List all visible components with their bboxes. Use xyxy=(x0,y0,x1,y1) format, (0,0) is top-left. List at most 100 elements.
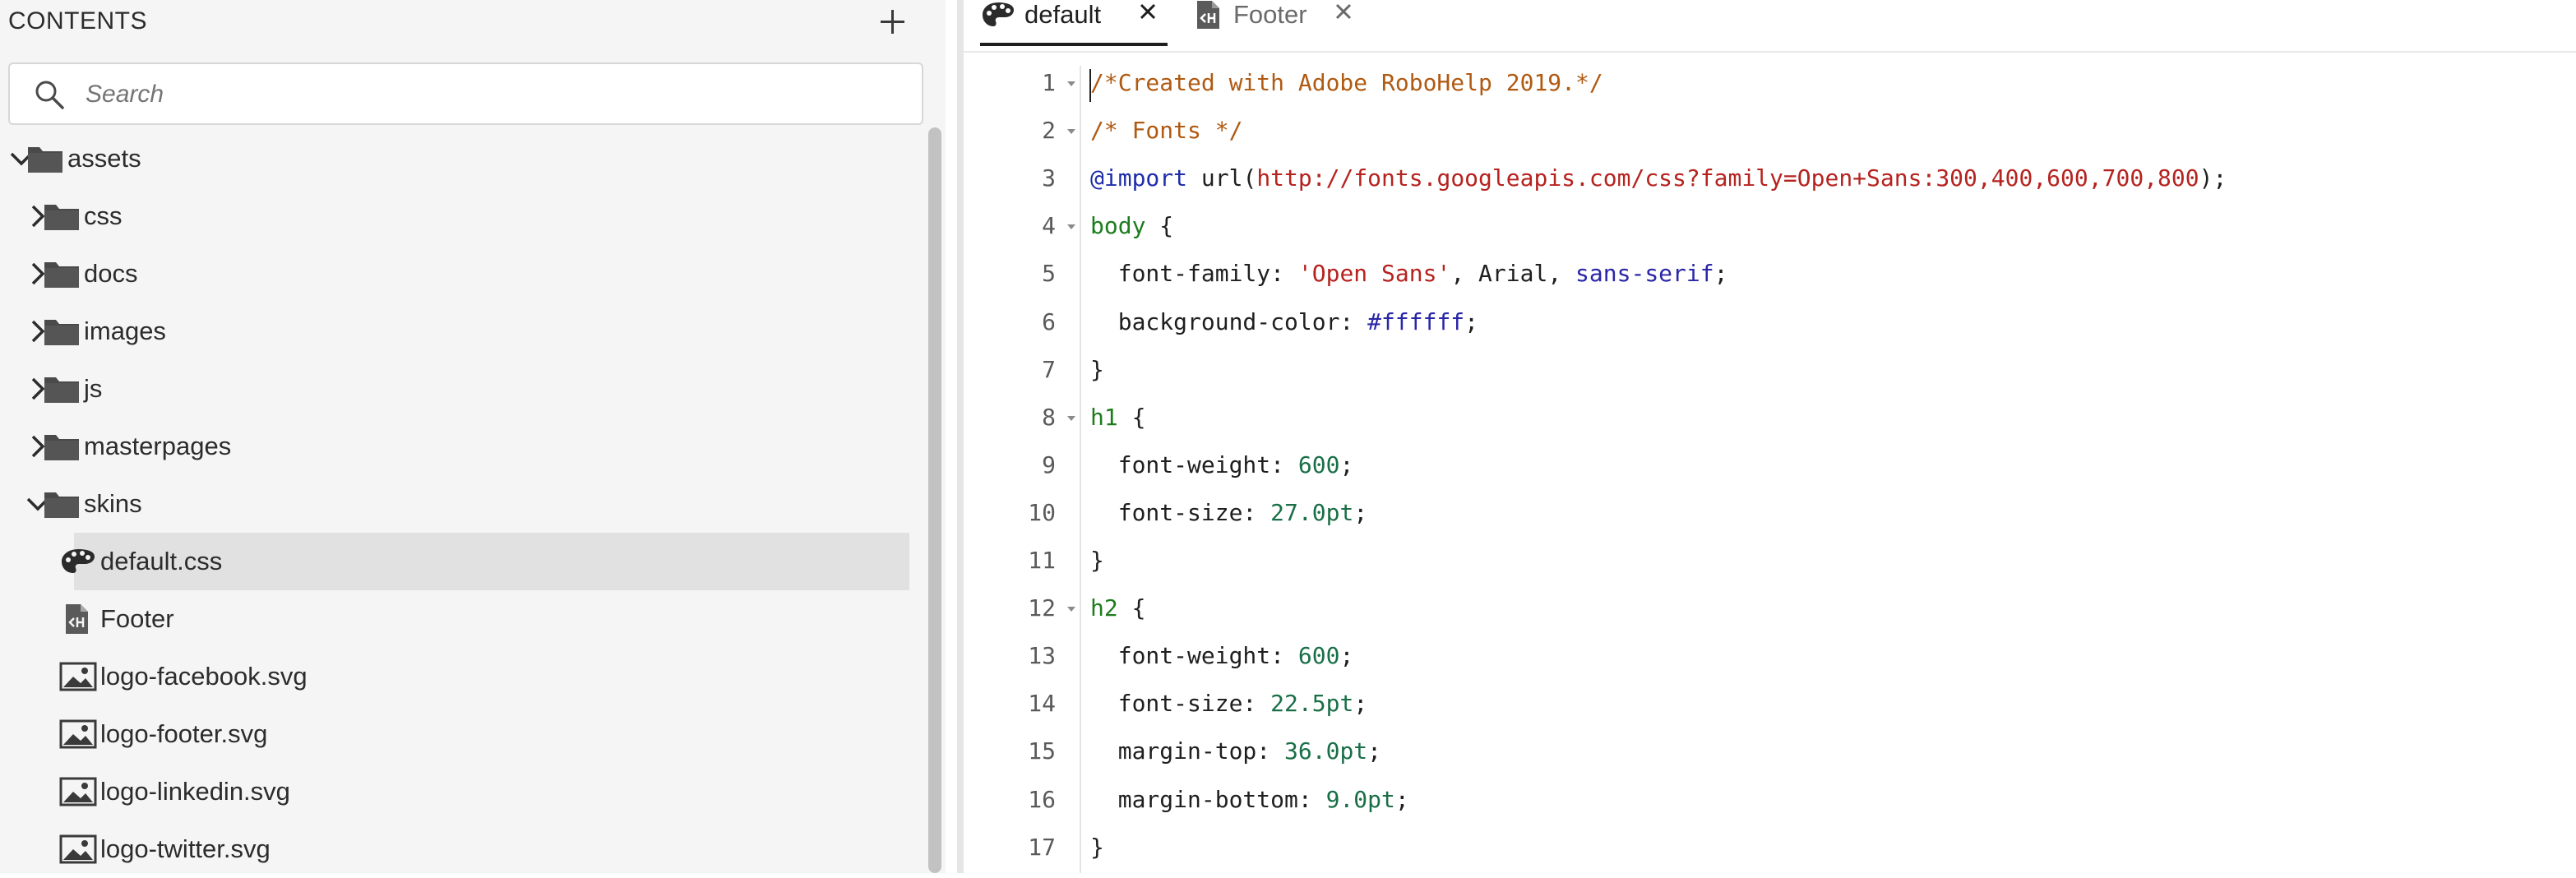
tab-default[interactable]: default xyxy=(980,0,1168,49)
code-token: 27.0pt xyxy=(1270,498,1354,526)
code-text: font-size: 27.0pt; xyxy=(1090,499,1367,526)
code-line[interactable]: 10 font-size: 27.0pt; xyxy=(964,488,2576,536)
tree-item-logo-facebook-svg[interactable]: logo-facebook.svg xyxy=(0,648,913,705)
contents-title: CONTENTS xyxy=(8,7,147,35)
code-line[interactable]: 3 @import url(http://fonts.googleapis.com… xyxy=(964,154,2576,201)
code-token: http://fonts.googleapis.com/css?family=O… xyxy=(1256,164,2199,192)
search-input[interactable] xyxy=(84,76,893,113)
line-number: 3 xyxy=(1042,164,1056,192)
image-icon xyxy=(59,833,97,866)
tree-item-label: js xyxy=(84,374,103,403)
code-text: font-size: 22.5pt; xyxy=(1090,690,1367,717)
code-token: ; xyxy=(1353,690,1368,718)
scrollbar-thumb[interactable] xyxy=(928,127,941,873)
code-token: 'Open Sans' xyxy=(1297,260,1451,288)
line-number: 15 xyxy=(1028,737,1056,765)
folder-icon xyxy=(26,142,64,175)
tree-item-docs[interactable]: docs xyxy=(0,245,913,303)
code-text: body { xyxy=(1090,212,1173,239)
tab-footer[interactable]: Footer xyxy=(1192,0,1521,49)
code-token: 36.0pt xyxy=(1284,737,1368,765)
tree-item-logo-linkedin-svg[interactable]: logo-linkedin.svg xyxy=(0,763,913,820)
fold-arrow-icon[interactable] xyxy=(1066,413,1077,424)
folder-icon xyxy=(43,315,81,348)
tree-item-default-css[interactable]: default.css xyxy=(0,533,913,590)
add-button[interactable] xyxy=(876,5,909,38)
code-line[interactable]: 13 font-weight: 600; xyxy=(964,631,2576,679)
close-icon[interactable] xyxy=(1136,0,1161,26)
code-token: ); xyxy=(2199,164,2227,192)
code-token: margin-top: xyxy=(1090,737,1285,765)
code-line[interactable]: 4 body { xyxy=(964,201,2576,249)
code-line[interactable]: 6 background-color: #ffffff; xyxy=(964,298,2576,345)
code-text: /* Fonts */ xyxy=(1090,117,1242,144)
snippet-icon xyxy=(59,603,97,635)
code-token: { xyxy=(1145,212,1174,240)
code-text: /*Created with Adobe RoboHelp 2019.*/ xyxy=(1090,69,1603,96)
image-icon xyxy=(59,718,97,751)
line-number: 5 xyxy=(1042,260,1056,288)
code-token: ; xyxy=(1339,451,1354,478)
code-token: url( xyxy=(1187,164,1257,192)
code-token: ; xyxy=(1464,307,1479,335)
tree-item-masterpages[interactable]: masterpages xyxy=(0,418,913,475)
code-editor: default Footer 1/*Created with Adobe Rob… xyxy=(964,0,2576,873)
code-token: margin-bottom: xyxy=(1090,785,1326,813)
line-number: 6 xyxy=(1042,307,1056,335)
fold-arrow-icon[interactable] xyxy=(1066,221,1077,233)
tree-item-label: logo-twitter.svg xyxy=(100,834,271,863)
code-line[interactable]: 9 font-weight: 600; xyxy=(964,441,2576,488)
code-line[interactable]: 5 font-family: 'Open Sans', Arial, sans-… xyxy=(964,249,2576,297)
code-line[interactable]: 12 h2 { xyxy=(964,584,2576,631)
tree-item-label: skins xyxy=(84,489,142,518)
line-number: 16 xyxy=(1028,785,1056,813)
contents-panel: CONTENTS assets css docs images js masterpage… xyxy=(0,0,946,873)
code-token: { xyxy=(1117,403,1146,431)
tree-item-label: docs xyxy=(84,259,138,288)
code-token: font-size: xyxy=(1090,498,1271,526)
tree-item-js[interactable]: js xyxy=(0,360,913,418)
code-line[interactable]: 2 /* Fonts */ xyxy=(964,106,2576,154)
code-line[interactable]: 14 font-size: 22.5pt; xyxy=(964,679,2576,727)
code-line[interactable]: 15 margin-top: 36.0pt; xyxy=(964,727,2576,774)
code-line[interactable]: 1 /*Created with Adobe RoboHelp 2019.*/ xyxy=(964,58,2576,106)
code-line[interactable]: 17} xyxy=(964,823,2576,871)
tree-item-footer[interactable]: Footer xyxy=(0,590,913,648)
code-token: } xyxy=(1090,355,1104,383)
tree-item-skins[interactable]: skins xyxy=(0,475,913,533)
folder-icon xyxy=(43,200,81,233)
code-text: margin-top: 36.0pt; xyxy=(1090,737,1381,765)
code-area[interactable]: 1 /*Created with Adobe RoboHelp 2019.*/ 2 /… xyxy=(964,51,2576,873)
close-icon[interactable] xyxy=(1332,0,1357,26)
code-token: /*Created with Adobe RoboHelp 2019.*/ xyxy=(1090,69,1603,96)
code-token: background-color: xyxy=(1090,307,1368,335)
fold-arrow-icon[interactable] xyxy=(1066,126,1077,137)
code-line[interactable]: 7} xyxy=(964,345,2576,393)
code-token: ; xyxy=(1713,260,1728,288)
code-token: #ffffff xyxy=(1367,307,1465,335)
code-token: font-weight: xyxy=(1090,451,1298,478)
image-icon xyxy=(59,660,97,693)
tree-item-logo-twitter-svg[interactable]: logo-twitter.svg xyxy=(0,820,913,878)
code-token: ; xyxy=(1353,498,1368,526)
tree-item-label: css xyxy=(84,201,123,230)
snippet-icon xyxy=(1197,1,1219,29)
code-token: font-weight: xyxy=(1090,642,1298,670)
code-line[interactable]: 8 h1 { xyxy=(964,393,2576,441)
tree-item-assets[interactable]: assets xyxy=(0,130,913,187)
tree-item-label: default.css xyxy=(100,547,223,575)
tab-bar: default Footer xyxy=(964,0,2576,53)
code-line[interactable]: 16 margin-bottom: 9.0pt; xyxy=(964,775,2576,823)
tree-item-images[interactable]: images xyxy=(0,303,913,360)
panel-divider[interactable] xyxy=(957,0,964,873)
code-text: font-weight: 600; xyxy=(1090,451,1354,478)
fold-arrow-icon[interactable] xyxy=(1066,603,1077,615)
tree-item-css[interactable]: css xyxy=(0,187,913,245)
fold-arrow-icon[interactable] xyxy=(1066,78,1077,90)
tree-item-label: assets xyxy=(67,144,141,173)
tree-item-logo-footer-svg[interactable]: logo-footer.svg xyxy=(0,705,913,763)
code-line[interactable]: 11} xyxy=(964,536,2576,584)
line-number: 14 xyxy=(1028,690,1056,718)
tree-item-label: logo-linkedin.svg xyxy=(100,777,290,806)
line-number: 17 xyxy=(1028,833,1056,861)
